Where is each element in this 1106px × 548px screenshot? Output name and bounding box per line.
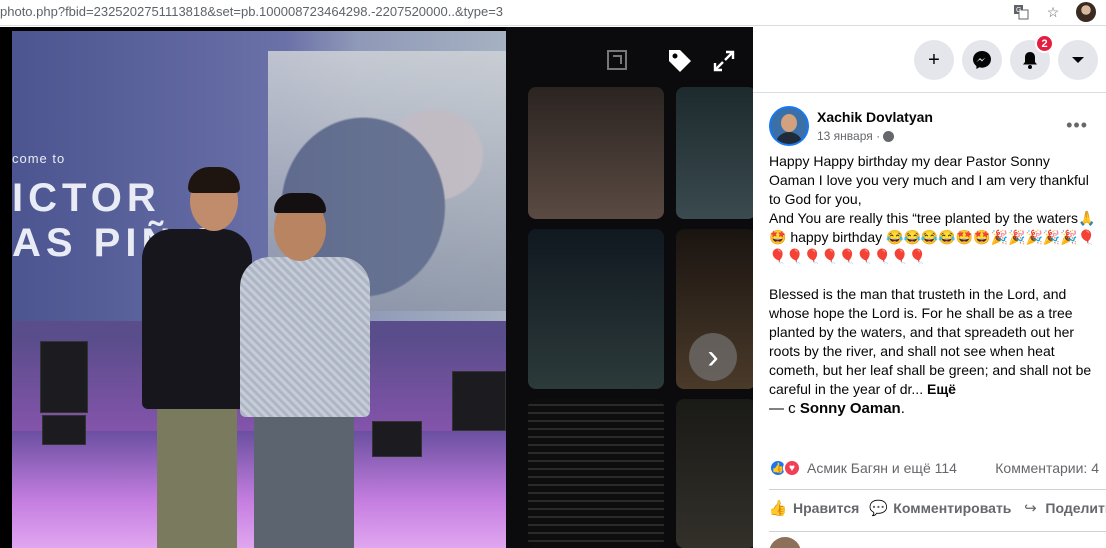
globe-icon	[883, 130, 895, 142]
author-name[interactable]: Xachik Dovlatyan	[817, 109, 933, 125]
plus-icon: +	[928, 48, 940, 71]
thumbnail[interactable]	[676, 87, 753, 219]
like-button[interactable]: 👍 Нравится	[768, 499, 860, 517]
comments-count[interactable]: Комментарии: 4	[995, 460, 1099, 476]
post-paragraph: Blessed is the man that trusteth in the …	[769, 285, 1099, 399]
love-reaction-icon: ♥	[783, 459, 801, 477]
post-panel: + 2 Xachik Dovlatyan 13 января · ••• Hap…	[753, 27, 1106, 548]
main-photo: come to ICTOR AS PIÑ S	[12, 31, 506, 548]
thumbnail[interactable]	[528, 399, 664, 548]
url-text[interactable]: photo.php?fbid=2325202751113818&set=pb.1…	[0, 4, 503, 19]
share-button[interactable]: ↪ Поделиться	[1021, 499, 1106, 517]
comment-label: Комментировать	[893, 500, 1012, 516]
top-nav-buttons: + 2	[914, 34, 1098, 80]
star-icon[interactable]: ☆	[1044, 3, 1062, 21]
post-paragraph: Happy Happy birthday my dear Pastor Sonn…	[769, 153, 1089, 207]
more-options-icon[interactable]: •••	[1066, 115, 1088, 136]
reactions-names[interactable]: Асмик Багян и ещё 114	[807, 460, 957, 476]
notification-badge: 2	[1035, 34, 1054, 53]
see-more-link[interactable]: Ещё	[927, 381, 956, 397]
browser-address-bar: photo.php?fbid=2325202751113818&set=pb.1…	[0, 0, 1106, 26]
thumbnail[interactable]	[676, 399, 753, 548]
speaker	[40, 341, 88, 413]
post-date[interactable]: 13 января ·	[817, 129, 880, 143]
share-label: Поделиться	[1045, 500, 1106, 516]
comment-icon: 💬	[868, 500, 888, 517]
tag-icon[interactable]	[664, 45, 696, 77]
divider	[753, 92, 1106, 93]
reactions-bar: 👍 ♥ Асмик Багян и ещё 114 Комментарии: 4	[769, 459, 1099, 477]
post-meta: 13 января ·	[817, 129, 933, 143]
thumbnail[interactable]	[528, 229, 664, 389]
post-actions: 👍 Нравится 💬 Комментировать ↪ Поделиться	[769, 499, 1106, 517]
person-right-legs	[254, 409, 354, 548]
thumbnail[interactable]	[528, 87, 664, 219]
messenger-icon	[973, 51, 991, 69]
author-block: Xachik Dovlatyan 13 января ·	[817, 109, 933, 143]
speaker	[372, 421, 422, 457]
notifications-button[interactable]: 2	[1010, 34, 1054, 80]
thumbnail-strip	[506, 27, 753, 548]
tagged-person[interactable]: Sonny Oaman	[800, 400, 901, 417]
browser-toolbar-icons: G ☆	[1012, 2, 1096, 22]
person-left-hair	[188, 167, 240, 193]
person-right-hair	[274, 193, 326, 213]
post-text: Happy Happy birthday my dear Pastor Sonn…	[769, 152, 1099, 418]
thumbs-up-icon: 👍	[768, 500, 788, 517]
bell-icon	[1023, 52, 1037, 69]
with-suffix: .	[900, 400, 905, 417]
post-paragraph: And You are really this “tree planted by…	[769, 210, 1096, 264]
create-button[interactable]: +	[914, 40, 954, 80]
author-avatar[interactable]	[769, 106, 809, 146]
profile-avatar[interactable]	[1076, 2, 1096, 22]
screen-text-2: ICTOR	[12, 176, 161, 220]
fullscreen-icon[interactable]	[710, 47, 738, 75]
like-label: Нравится	[793, 500, 860, 516]
messenger-button[interactable]	[962, 40, 1002, 80]
translate-icon[interactable]: G	[1012, 3, 1030, 21]
person-right-body	[240, 257, 370, 417]
comment-button[interactable]: 💬 Комментировать	[869, 499, 1011, 517]
commenter-avatar[interactable]	[769, 537, 801, 548]
person-left-body	[142, 229, 252, 409]
photo-viewer: come to ICTOR AS PIÑ S ›	[0, 27, 753, 548]
account-menu-button[interactable]	[1058, 40, 1098, 80]
post-header: Xachik Dovlatyan 13 января ·	[769, 106, 933, 146]
next-photo-button[interactable]: ›	[689, 333, 737, 381]
speaker	[452, 371, 506, 431]
caret-down-icon	[1072, 57, 1084, 63]
person-left-legs	[157, 401, 237, 548]
frame-icon[interactable]	[604, 47, 630, 73]
divider	[769, 531, 1106, 532]
tagged-with: — с Sonny Oaman.	[769, 399, 1099, 418]
svg-text:G: G	[1016, 7, 1021, 14]
speaker	[42, 415, 86, 445]
divider	[769, 489, 1106, 490]
screen-text-1: come to	[12, 151, 66, 166]
share-icon: ↪	[1024, 500, 1037, 517]
with-prefix: — с	[769, 400, 796, 417]
